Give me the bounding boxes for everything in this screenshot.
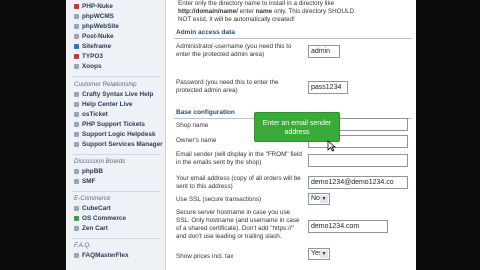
sidebar-item-typo3[interactable]: TYPO3 xyxy=(74,53,103,60)
sidebar-item-phpwcms[interactable]: phpWCMS xyxy=(74,13,114,20)
sidebar-item-faqmasterflex[interactable]: FAQMasterFlex xyxy=(74,252,129,259)
sidebar-item-oscommerce[interactable]: OS Commerce xyxy=(74,215,126,222)
sidebar-item-post-nuke[interactable]: Post-Nuke xyxy=(74,33,114,40)
support-logic-icon xyxy=(74,131,79,137)
mouse-cursor-icon xyxy=(327,140,337,152)
post-nuke-icon xyxy=(74,33,79,39)
sidebar-item-support-logic[interactable]: Support Logic Helpdesk xyxy=(74,131,156,138)
sidebar-item-osticket[interactable]: osTicket xyxy=(74,111,108,118)
ssl-hostname-label: Secure server hostname in case you use S… xyxy=(176,209,300,240)
support-services-icon xyxy=(74,141,79,147)
phpwebsite-icon xyxy=(74,23,79,29)
use-ssl-select[interactable]: No ▼ xyxy=(308,193,330,205)
sidebar-heading-customer: Customer Relationship xyxy=(74,81,137,88)
admin-username-field[interactable]: admin xyxy=(308,45,340,58)
install-directory-note: Enter only the directory name to install… xyxy=(178,0,355,23)
email-sender-field[interactable] xyxy=(308,154,408,167)
sidebar-item-cubecart[interactable]: CubeCart xyxy=(74,205,111,212)
phpwcms-icon xyxy=(74,13,79,19)
sidebar-divider xyxy=(72,191,160,192)
sidebar-item-php-nuke[interactable]: PHP-Nuke xyxy=(74,3,113,10)
faqmasterflex-icon xyxy=(74,252,79,258)
your-email-field[interactable]: demo1234@demo1234.co xyxy=(308,176,408,189)
php-support-tickets-icon xyxy=(74,121,79,127)
video-letterbox-right xyxy=(416,0,480,270)
crafty-syntax-icon xyxy=(74,91,79,97)
script-category-sidebar: PHP-Nuke phpWCMS phpWebSite Post-Nuke Si… xyxy=(66,0,166,270)
siteframe-icon xyxy=(74,43,79,49)
ssl-hostname-field[interactable]: demo1234.com xyxy=(308,220,388,233)
sidebar-divider xyxy=(72,238,160,239)
typo3-icon xyxy=(74,53,79,59)
sidebar-item-zen-cart[interactable]: Zen Cart xyxy=(74,225,108,232)
prices-incl-tax-label: Show prices incl. tax xyxy=(176,253,234,260)
section-divider xyxy=(174,38,412,39)
sidebar-heading-ecommerce: E-Commerce xyxy=(74,195,111,202)
cubecart-icon xyxy=(74,205,79,211)
tutorial-tooltip: Enter an email sender address xyxy=(254,112,340,142)
use-ssl-label: Use SSL (secure transactions) xyxy=(176,196,262,203)
sidebar-item-php-support-tickets[interactable]: PHP Support Tickets xyxy=(74,121,145,128)
admin-password-field[interactable]: pass1234 xyxy=(308,81,348,94)
your-email-label: Your email address (copy of all orders w… xyxy=(176,175,301,190)
sidebar-item-smf[interactable]: SMF xyxy=(74,178,96,185)
sidebar-divider xyxy=(72,154,160,155)
smf-icon xyxy=(74,178,79,184)
help-center-live-icon xyxy=(74,101,79,107)
zen-cart-icon xyxy=(74,225,79,231)
xoops-icon xyxy=(74,63,79,69)
browser-viewport: PHP-Nuke phpWCMS phpWebSite Post-Nuke Si… xyxy=(66,0,416,270)
email-sender-label: Email sender (will display in the "FROM"… xyxy=(176,151,302,166)
phpbb-icon xyxy=(74,168,79,174)
sidebar-heading-discussion: Discussion Boards xyxy=(74,158,126,165)
sidebar-item-phpwebsite[interactable]: phpWebSite xyxy=(74,23,119,30)
sidebar-divider xyxy=(72,76,160,77)
php-nuke-icon xyxy=(74,3,79,9)
sidebar-item-phpbb[interactable]: phpBB xyxy=(74,168,103,175)
chevron-down-icon: ▼ xyxy=(320,250,328,258)
sidebar-item-support-services[interactable]: Support Services Manager xyxy=(74,141,163,148)
sidebar-item-siteframe[interactable]: Siteframe xyxy=(74,43,111,50)
admin-password-label: Password (you need this to enter the pro… xyxy=(176,79,279,94)
sidebar-item-help-center-live[interactable]: Help Center Live xyxy=(74,101,132,108)
prices-incl-tax-select[interactable]: Yes ▼ xyxy=(308,248,330,260)
admin-username-label: Administrator-username (you need this to… xyxy=(176,43,292,58)
chevron-down-icon: ▼ xyxy=(320,195,328,203)
oscommerce-icon xyxy=(74,215,79,221)
sidebar-item-xoops[interactable]: Xoops xyxy=(74,63,102,70)
osticket-icon xyxy=(74,111,79,117)
sidebar-heading-faq: F.A.Q. xyxy=(74,242,92,249)
admin-access-section-title: Admin access data xyxy=(176,29,235,36)
base-configuration-section-title: Base configuration xyxy=(176,109,235,116)
sidebar-item-crafty-syntax[interactable]: Crafty Syntax Live Help xyxy=(74,91,153,98)
video-letterbox-left xyxy=(0,0,66,270)
